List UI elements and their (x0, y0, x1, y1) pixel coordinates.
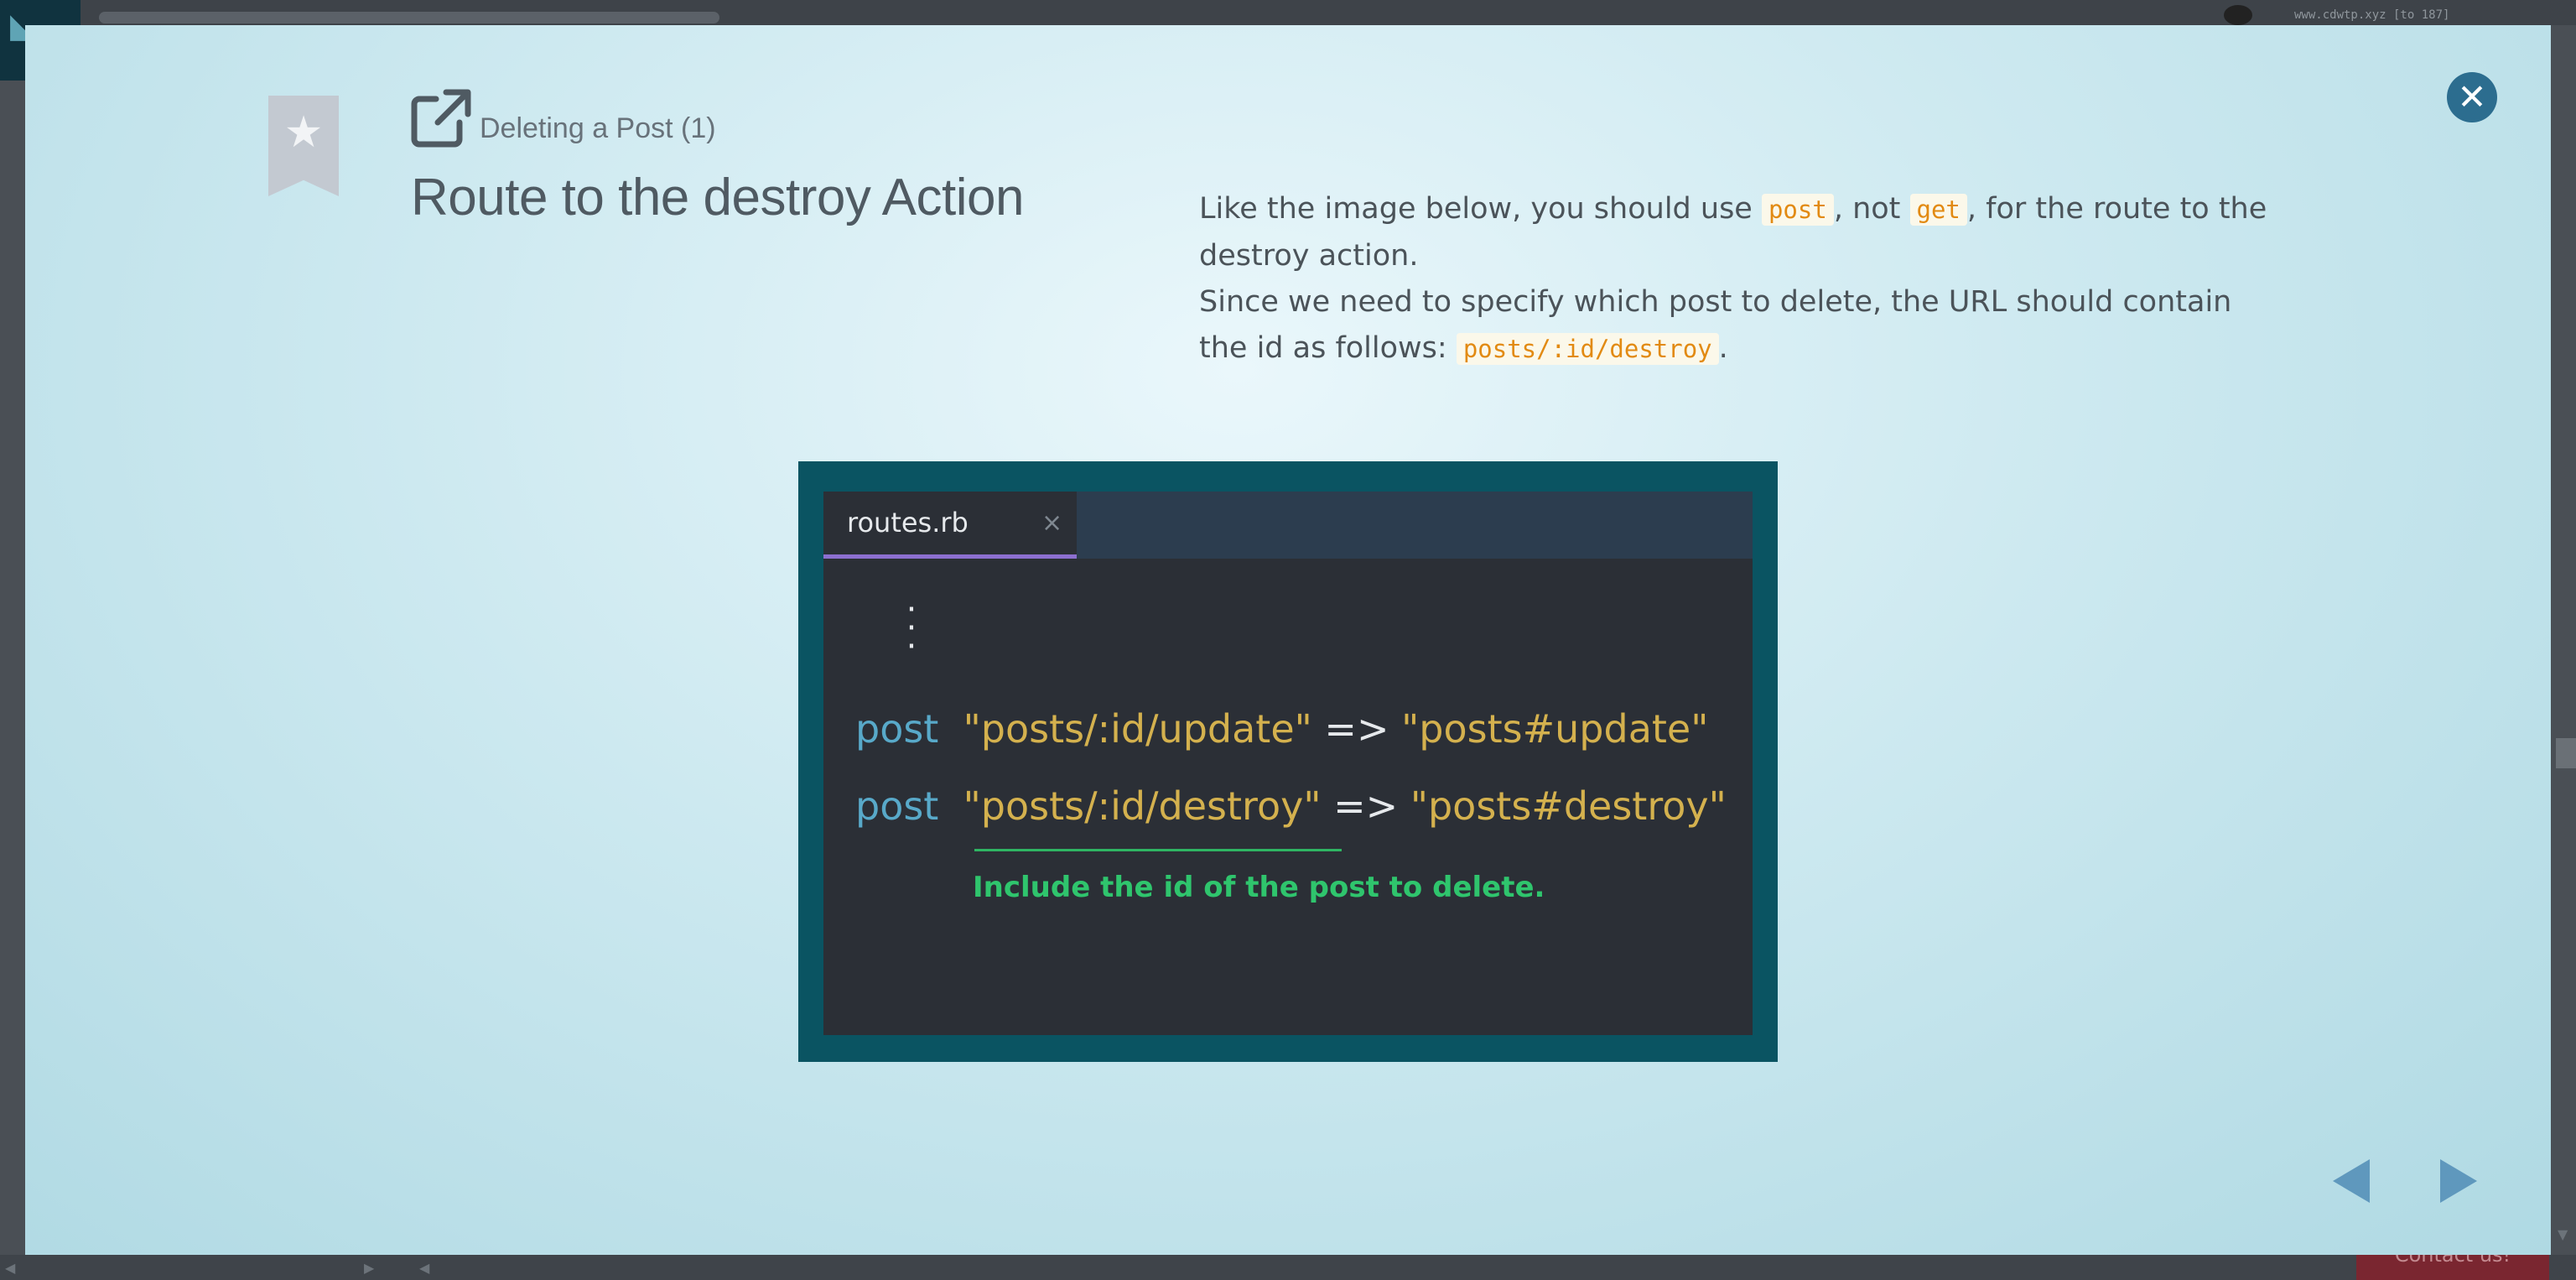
code-keyword: post (855, 783, 939, 829)
vertical-ellipsis-icon: · · · (906, 591, 917, 666)
code-operator: => (1324, 706, 1389, 752)
code-string: "posts/:id/destroy" (963, 783, 1322, 829)
external-link-icon[interactable] (411, 89, 471, 148)
editor-tab: routes.rb × (823, 492, 1077, 559)
description-text: Like the image below, you should use (1199, 192, 1762, 226)
description-text: , not (1833, 192, 1910, 226)
code-image: routes.rb × · · · post "posts/:id/update" … (798, 461, 1778, 1062)
lesson-label: Deleting a Post (1) (480, 112, 716, 144)
code-line: post "posts/:id/update" => "posts#update… (855, 706, 1708, 752)
slide-description: Like the image below, you should use pos… (1199, 186, 2281, 372)
code-string: "posts#update" (1401, 706, 1709, 752)
tab-close-icon: × (1041, 508, 1063, 538)
bookmark-button[interactable]: ★ (268, 96, 339, 196)
scroll-right-icon[interactable]: ▶ (364, 1260, 374, 1276)
description-paragraph: Since we need to specify which post to d… (1199, 279, 2281, 372)
slide-title: Route to the destroy Action (411, 169, 1024, 226)
description-text: . (1718, 331, 1728, 365)
avatar (2224, 5, 2252, 25)
code-line: post "posts/:id/destroy" => "posts#destr… (855, 783, 1727, 829)
slide-modal: ★ Deleting a Post (1) Route to the destr… (25, 25, 2551, 1255)
code-annotation: Include the id of the post to delete. (973, 871, 1545, 904)
page-scrollbar-thumb[interactable] (2556, 738, 2576, 768)
code-string: "posts/:id/update" (963, 706, 1312, 752)
background-bottom-bar (0, 1255, 2576, 1280)
background-url-text: www.cdwtp.xyz [to 187] (2294, 8, 2450, 22)
close-button[interactable]: ✕ (2447, 72, 2497, 122)
code-editor: routes.rb × · · · post "posts/:id/update" … (823, 492, 1753, 1035)
inline-code: posts/:id/destroy (1456, 333, 1719, 365)
inline-code: get (1909, 194, 1967, 226)
editor-tab-label: routes.rb (847, 507, 969, 539)
code-operator: => (1333, 783, 1399, 829)
code-string: "posts#destroy" (1410, 783, 1727, 829)
editor-tab-bar: routes.rb × (823, 492, 1753, 559)
scroll-down-icon[interactable]: ▼ (2558, 1226, 2568, 1242)
background-progress-bar (99, 12, 719, 23)
next-arrow-icon[interactable] (2440, 1159, 2477, 1203)
description-paragraph: Like the image below, you should use pos… (1199, 186, 2281, 279)
scroll-left-icon[interactable]: ◀ (419, 1260, 429, 1276)
star-icon: ★ (283, 107, 324, 158)
code-keyword: post (855, 706, 939, 752)
highlight-underline (974, 849, 1342, 851)
scroll-left-icon[interactable]: ◀ (5, 1260, 15, 1276)
inline-code: post (1761, 194, 1834, 226)
prev-arrow-icon[interactable] (2333, 1159, 2370, 1203)
close-icon: ✕ (2457, 76, 2487, 117)
